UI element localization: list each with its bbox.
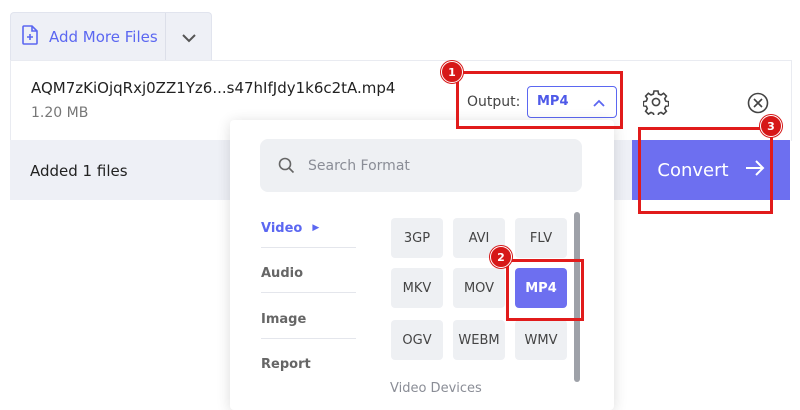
- category-label: Video: [261, 220, 303, 236]
- add-file-icon: [21, 25, 39, 49]
- format-mp4-button[interactable]: MP4: [515, 268, 567, 308]
- gear-icon[interactable]: [642, 89, 670, 118]
- category-audio[interactable]: Audio: [261, 251, 357, 295]
- search-format-input[interactable]: [308, 139, 568, 192]
- top-tab: Add More Files: [10, 12, 212, 61]
- category-image[interactable]: Image: [261, 297, 357, 341]
- format-flv-button[interactable]: FLV: [515, 218, 567, 258]
- chevron-down-icon: [181, 28, 197, 47]
- format-3gp-button[interactable]: 3GP: [391, 218, 443, 258]
- annotation-badge-1: 1: [441, 61, 463, 83]
- add-files-dropdown-button[interactable]: [166, 13, 211, 61]
- annotation-badge-3: 3: [760, 115, 782, 137]
- chevron-up-icon: [592, 95, 606, 114]
- file-name: AQM7zKiOjqRxj0ZZ1Yz6...s47hIfJdy1k6c2tA.…: [31, 79, 396, 97]
- format-webm-button[interactable]: WEBM: [453, 320, 505, 360]
- format-mkv-button[interactable]: MKV: [391, 268, 443, 308]
- close-circle-icon[interactable]: [746, 91, 770, 115]
- output-label: Output:: [467, 94, 521, 110]
- format-ogv-button[interactable]: OGV: [391, 320, 443, 360]
- format-mov-button[interactable]: MOV: [453, 268, 505, 308]
- format-wmv-button[interactable]: WMV: [515, 320, 567, 360]
- annotation-badge-2: 2: [490, 246, 512, 268]
- category-divider: [261, 247, 356, 248]
- category-video[interactable]: Video ▶: [261, 206, 357, 250]
- category-label: Image: [261, 311, 307, 327]
- format-scrollbar[interactable]: [574, 212, 580, 382]
- added-files-text: Added 1 files: [30, 162, 128, 180]
- convert-label: Convert: [657, 159, 729, 181]
- output-format-select[interactable]: MP4: [527, 86, 617, 118]
- video-devices-heading: Video Devices: [390, 381, 482, 396]
- category-report[interactable]: Report: [261, 342, 357, 386]
- add-more-files-label: Add More Files: [49, 28, 158, 46]
- category-divider: [261, 338, 356, 339]
- category-label: Audio: [261, 265, 304, 281]
- output-format-value: MP4: [537, 94, 569, 109]
- search-box: [260, 139, 582, 192]
- add-more-files-button[interactable]: Add More Files: [11, 13, 165, 61]
- format-dropdown-panel: Video ▶ Audio Image Report 3GP AVI FLV M…: [230, 120, 614, 410]
- category-divider: [261, 292, 356, 293]
- scrollbar-thumb[interactable]: [574, 212, 580, 382]
- category-label: Report: [261, 356, 311, 372]
- file-size: 1.20 MB: [31, 105, 89, 121]
- caret-right-icon: ▶: [312, 223, 320, 233]
- search-icon: [278, 157, 295, 178]
- convert-button[interactable]: Convert: [632, 140, 790, 200]
- arrow-right-icon: [745, 159, 765, 181]
